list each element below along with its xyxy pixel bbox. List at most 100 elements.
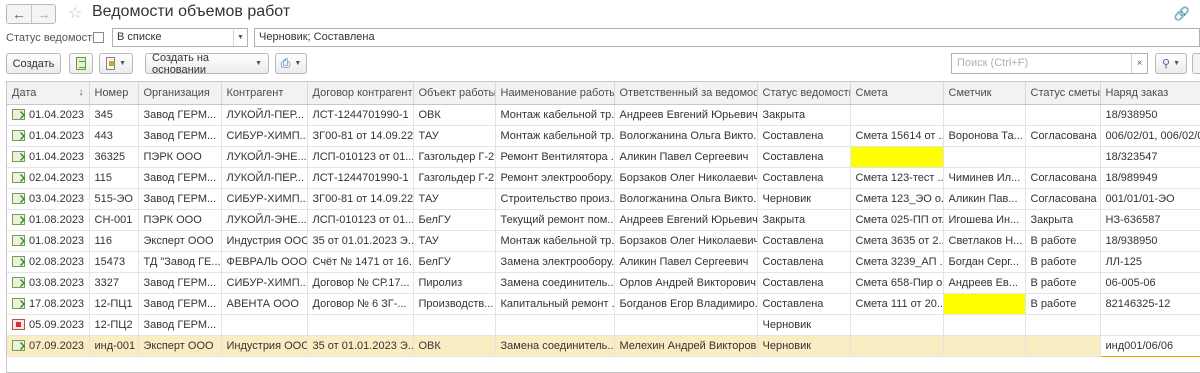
column-header-number[interactable]: Номер bbox=[89, 82, 139, 105]
cell-responsible[interactable]: Борзаков Олег Николаевич bbox=[614, 230, 758, 252]
cell-work-object[interactable]: Газгольдер Г-2 bbox=[413, 167, 496, 189]
column-header-work-object[interactable]: Объект работы bbox=[413, 82, 496, 105]
cell-work-name[interactable]: Строительство произ... bbox=[495, 188, 615, 210]
cell-number[interactable]: 115 bbox=[89, 167, 139, 189]
cell-responsible[interactable]: Вологжанина Ольга Викто... bbox=[614, 188, 758, 210]
cell-status[interactable]: Черновик bbox=[757, 335, 851, 357]
cell-number[interactable]: 515-ЭО bbox=[89, 188, 139, 210]
create-button[interactable]: Создать bbox=[6, 53, 61, 74]
cell-work-name[interactable]: Замена соединитель... bbox=[495, 272, 615, 294]
table-row[interactable]: 17.08.2023 12-ПЦ1 Завод ГЕРМ... АВЕНТА ООО Д… bbox=[7, 293, 1200, 315]
cell-status[interactable]: Закрыта bbox=[757, 209, 851, 231]
cell-status[interactable]: Составлена bbox=[757, 167, 851, 189]
cell-date[interactable]: 01.04.2023 bbox=[7, 125, 90, 147]
print-button[interactable]: ⎙ ▼ bbox=[275, 53, 307, 74]
cell-organization[interactable]: Завод ГЕРМ... bbox=[138, 272, 222, 294]
cell-counterparty[interactable]: Индустрия ООО bbox=[221, 230, 308, 252]
cell-work-name[interactable]: Монтаж кабельной тр... bbox=[495, 125, 615, 147]
status-filter-value-field[interactable]: Черновик; Составлена bbox=[254, 28, 1200, 47]
cell-contract[interactable]: ЛСТ-1244701990-1 bbox=[307, 167, 414, 189]
cell-date[interactable]: 01.08.2023 bbox=[7, 209, 90, 231]
cell-work-order[interactable]: 06-005-06 bbox=[1100, 272, 1200, 294]
cell-date[interactable]: 01.04.2023 bbox=[7, 146, 90, 168]
cell-estimator[interactable] bbox=[943, 146, 1026, 168]
cell-status[interactable]: Составлена bbox=[757, 230, 851, 252]
cell-work-order[interactable]: 001/01/01-ЭО bbox=[1100, 188, 1200, 210]
cell-work-order[interactable] bbox=[1100, 314, 1200, 336]
cell-counterparty[interactable]: ФЕВРАЛЬ ООО bbox=[221, 251, 308, 273]
cell-contract[interactable]: ЗГ00-81 от 14.09.22 bbox=[307, 125, 414, 147]
cell-counterparty[interactable] bbox=[221, 314, 308, 336]
column-header-responsible[interactable]: Ответственный за ведомость bbox=[614, 82, 758, 105]
cell-counterparty[interactable]: СИБУР-ХИМП... bbox=[221, 125, 308, 147]
table-row[interactable]: 01.04.2023 443 Завод ГЕРМ... СИБУР-ХИМП... З… bbox=[7, 125, 1200, 147]
table-row[interactable]: 01.08.2023 СН-001 ПЭРК ООО ЛУКОЙЛ-ЭНЕ... ЛСП… bbox=[7, 209, 1200, 231]
cell-counterparty[interactable]: ЛУКОЙЛ-ПЕР... bbox=[221, 104, 308, 126]
cell-estimate-status[interactable]: Согласована bbox=[1025, 167, 1101, 189]
cell-work-object[interactable]: БелГУ bbox=[413, 209, 496, 231]
cell-estimate-status[interactable] bbox=[1025, 314, 1101, 336]
cell-organization[interactable]: Завод ГЕРМ... bbox=[138, 314, 222, 336]
cell-work-object[interactable]: Производств... bbox=[413, 293, 496, 315]
cell-work-order[interactable]: 18/989949 bbox=[1100, 167, 1200, 189]
cell-date[interactable]: 02.08.2023 bbox=[7, 251, 90, 273]
cell-work-order[interactable]: НЗ-636587 bbox=[1100, 209, 1200, 231]
cell-organization[interactable]: Завод ГЕРМ... bbox=[138, 167, 222, 189]
cell-date[interactable]: 17.08.2023 bbox=[7, 293, 90, 315]
table-row[interactable]: 03.08.2023 3327 Завод ГЕРМ... СИБУР-ХИМП...… bbox=[7, 272, 1200, 294]
table-row[interactable]: 02.04.2023 115 Завод ГЕРМ... ЛУКОЙЛ-ПЕР... Л… bbox=[7, 167, 1200, 189]
cell-estimate-status[interactable]: Закрыта bbox=[1025, 209, 1101, 231]
cell-number[interactable]: 345 bbox=[89, 104, 139, 126]
cell-responsible[interactable] bbox=[614, 314, 758, 336]
cell-status[interactable]: Закрыта bbox=[757, 104, 851, 126]
cell-contract[interactable]: ЛСТ-1244701990-1 bbox=[307, 104, 414, 126]
cell-work-order[interactable]: 006/02/01, 006/02/02 bbox=[1100, 125, 1200, 147]
table-row[interactable]: 07.09.2023 инд-001 Эксперт ООО Индустрия ОО… bbox=[7, 334, 1200, 357]
link-icon[interactable]: 🔗 bbox=[1174, 6, 1190, 22]
cell-estimator[interactable]: Аликин Пав... bbox=[943, 188, 1026, 210]
table-row[interactable]: 02.08.2023 15473 ТД "Завод ГЕ... ФЕВРАЛЬ ОО… bbox=[7, 251, 1200, 273]
cell-work-name[interactable] bbox=[495, 314, 615, 336]
cell-counterparty[interactable]: АВЕНТА ООО bbox=[221, 293, 308, 315]
cell-number[interactable]: 15473 bbox=[89, 251, 139, 273]
cell-estimator[interactable] bbox=[943, 104, 1026, 126]
cell-work-object[interactable]: Пиролиз bbox=[413, 272, 496, 294]
cell-work-order[interactable]: ЛЛ-125 bbox=[1100, 251, 1200, 273]
cell-estimator[interactable]: Воронова Та... bbox=[943, 125, 1026, 147]
cell-date[interactable]: 03.04.2023 bbox=[7, 188, 90, 210]
cell-estimate[interactable]: Смета 123_ЭО о... bbox=[850, 188, 944, 210]
search-button[interactable]: ⚲ ▼ bbox=[1155, 53, 1187, 74]
cell-number[interactable]: 443 bbox=[89, 125, 139, 147]
cell-date[interactable]: 03.08.2023 bbox=[7, 272, 90, 294]
cell-status[interactable]: Составлена bbox=[757, 146, 851, 168]
cell-contract[interactable]: 35 от 01.01.2023 Э... bbox=[307, 335, 414, 357]
chevron-down-icon[interactable]: ▼ bbox=[233, 29, 247, 46]
cell-estimate[interactable]: Смета 15614 от ... bbox=[850, 125, 944, 147]
cell-responsible[interactable]: Орлов Андрей Викторович bbox=[614, 272, 758, 294]
cell-estimate[interactable]: Смета 3635 от 2... bbox=[850, 230, 944, 252]
cell-work-object[interactable]: ОВК bbox=[413, 104, 496, 126]
cell-responsible[interactable]: Андреев Евгений Юрьевич bbox=[614, 209, 758, 231]
cell-estimator[interactable] bbox=[943, 335, 1026, 357]
cell-date[interactable]: 01.04.2023 bbox=[7, 104, 90, 126]
column-header-date[interactable]: Дата ↓ bbox=[7, 82, 90, 105]
cell-estimator[interactable]: Андреев Ев... bbox=[943, 272, 1026, 294]
cell-counterparty[interactable]: Индустрия ООО bbox=[221, 335, 308, 357]
cell-number[interactable]: 116 bbox=[89, 230, 139, 252]
cell-organization[interactable]: Завод ГЕРМ... bbox=[138, 125, 222, 147]
cell-contract[interactable]: ЛСП-010123 от 01... bbox=[307, 146, 414, 168]
cell-contract[interactable]: ЛСП-010123 от 01... bbox=[307, 209, 414, 231]
cell-estimate-status[interactable] bbox=[1025, 146, 1101, 168]
cell-work-name[interactable]: Ремонт Вентилятора ... bbox=[495, 146, 615, 168]
cell-work-order[interactable]: 18/323547 bbox=[1100, 146, 1200, 168]
star-icon[interactable]: ☆ bbox=[68, 3, 82, 23]
cell-contract[interactable]: Счёт № 1471 от 16... bbox=[307, 251, 414, 273]
cell-number[interactable]: 12-ПЦ2 bbox=[89, 314, 139, 336]
cell-work-name[interactable]: Монтаж кабельной тр... bbox=[495, 230, 615, 252]
cell-estimator[interactable]: Богдан Серг... bbox=[943, 251, 1026, 273]
cell-date[interactable]: 02.04.2023 bbox=[7, 167, 90, 189]
cell-organization[interactable]: ТД "Завод ГЕ... bbox=[138, 251, 222, 273]
cell-estimate-status[interactable]: Согласована bbox=[1025, 125, 1101, 147]
cell-estimate[interactable]: Смета 025-ПП от... bbox=[850, 209, 944, 231]
cell-estimator[interactable]: Чиминев Ил... bbox=[943, 167, 1026, 189]
